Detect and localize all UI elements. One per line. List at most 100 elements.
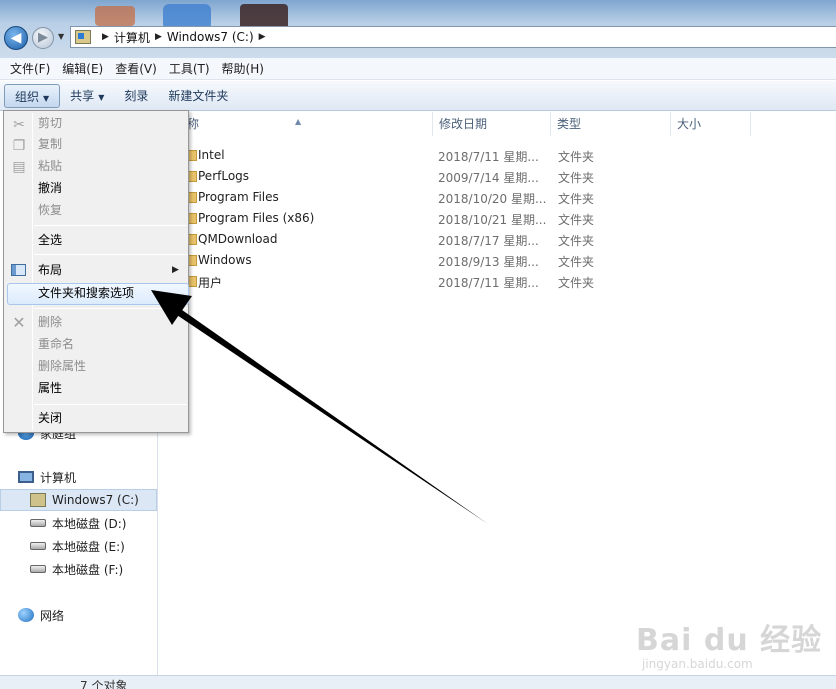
- layout-icon: [11, 264, 26, 276]
- chevron-right-icon[interactable]: ▶: [259, 32, 266, 42]
- column-header-modified[interactable]: 修改日期: [433, 112, 551, 136]
- nav-drive-d[interactable]: 本地磁盘 (D:): [30, 512, 126, 534]
- share-label: 共享: [70, 88, 95, 103]
- breadcrumb-computer[interactable]: 计算机: [114, 29, 150, 46]
- column-header-name[interactable]: ▲ 称: [159, 112, 433, 136]
- menu-item-rename[interactable]: 重命名: [38, 334, 74, 354]
- watermark-url: jingyan.baidu.com: [642, 657, 753, 671]
- hard-disk-icon: [30, 542, 46, 550]
- file-date: 2018/7/11 星期...: [438, 150, 539, 164]
- file-date: 2018/7/11 星期...: [438, 276, 539, 290]
- menu-bar: 文件(F) 编辑(E) 查看(V) 工具(T) 帮助(H): [0, 58, 836, 80]
- hard-disk-icon: [30, 519, 46, 527]
- file-type: 文件夹: [558, 255, 595, 269]
- back-button[interactable]: ◀: [4, 26, 28, 50]
- table-row[interactable]: 用户 2018/7/11 星期... 文件夹: [159, 271, 836, 292]
- table-row[interactable]: Program Files (x86) 2018/10/21 星期... 文件夹: [159, 208, 836, 229]
- menu-item-close[interactable]: 关闭: [38, 408, 62, 428]
- menu-separator: [34, 254, 187, 255]
- drive-icon: [75, 30, 91, 44]
- delete-x-icon: ✕: [12, 313, 26, 332]
- menu-item-copy[interactable]: 复制: [38, 134, 62, 154]
- organize-label: 组织: [15, 89, 40, 104]
- table-row[interactable]: QMDownload 2018/7/17 星期... 文件夹: [159, 229, 836, 250]
- command-bar: 组织 ▼ 共享 ▼ 刻录 新建文件夹: [0, 81, 836, 111]
- file-date: 2018/9/13 星期...: [438, 255, 539, 269]
- menu-view[interactable]: 查看(V): [109, 60, 163, 77]
- scissors-icon: ✂: [13, 117, 25, 133]
- forward-button[interactable]: ▶: [32, 27, 54, 49]
- burn-button[interactable]: 刻录: [114, 84, 158, 108]
- menu-item-paste[interactable]: 粘贴: [38, 156, 62, 176]
- table-row[interactable]: Program Files 2018/10/20 星期... 文件夹: [159, 187, 836, 208]
- menu-file[interactable]: 文件(F): [4, 60, 56, 77]
- network-icon: [18, 608, 34, 622]
- file-date: 2009/7/14 星期...: [438, 171, 539, 185]
- menu-item-remove-properties[interactable]: 删除属性: [38, 356, 86, 376]
- menu-tools[interactable]: 工具(T): [163, 60, 216, 77]
- new-folder-button[interactable]: 新建文件夹: [158, 84, 238, 108]
- file-type: 文件夹: [558, 171, 595, 185]
- menu-edit[interactable]: 编辑(E): [56, 60, 109, 77]
- file-type: 文件夹: [558, 234, 595, 248]
- file-name: PerfLogs: [198, 169, 250, 183]
- menu-separator: [34, 308, 187, 309]
- menu-item-redo[interactable]: 恢复: [38, 200, 62, 220]
- file-name: Program Files: [198, 190, 279, 204]
- nav-computer-label: 计算机: [40, 470, 77, 485]
- nav-network[interactable]: 网络: [18, 604, 64, 626]
- menu-item-folder-options[interactable]: 文件夹和搜索选项: [38, 283, 134, 303]
- column-header-type[interactable]: 类型: [551, 112, 671, 136]
- watermark-logo: Bai du 经验: [636, 623, 823, 658]
- nav-drive-label: Windows7 (C:): [52, 493, 139, 507]
- organize-button[interactable]: 组织 ▼: [4, 83, 61, 108]
- share-button[interactable]: 共享 ▼: [60, 84, 114, 108]
- column-header-size[interactable]: 大小: [671, 112, 751, 136]
- table-row[interactable]: Intel 2018/7/11 星期... 文件夹: [159, 145, 836, 166]
- copy-icon: ❐: [12, 138, 26, 154]
- file-name: Windows: [198, 253, 252, 267]
- file-type: 文件夹: [558, 213, 595, 227]
- table-row[interactable]: Windows 2018/9/13 星期... 文件夹: [159, 250, 836, 271]
- file-list: ▲ 称 修改日期 类型 大小 Intel 2018/7/11 星期... 文件夹…: [159, 112, 836, 675]
- menu-gutter: [32, 113, 33, 430]
- taskbar-app-icon: [95, 6, 135, 26]
- watermark: Bai du 经验 jingyan.baidu.com: [636, 615, 822, 671]
- nav-drive-e[interactable]: 本地磁盘 (E:): [30, 535, 125, 557]
- nav-drive-c[interactable]: Windows7 (C:): [0, 489, 157, 511]
- file-type: 文件夹: [558, 192, 595, 206]
- menu-item-properties[interactable]: 属性: [38, 378, 62, 398]
- sort-ascending-icon: ▲: [295, 117, 302, 126]
- paste-icon: ▤: [12, 159, 26, 175]
- breadcrumb-drive-c[interactable]: Windows7 (C:): [167, 30, 254, 44]
- menu-item-undo[interactable]: 撤消: [38, 178, 62, 198]
- organize-menu: ✂ 剪切 ❐ 复制 ▤ 粘贴 撤消 恢复 全选 布局 ▶ 文件夹和搜索选项 ✕ …: [3, 110, 189, 433]
- status-bar: 7 个对象: [0, 675, 836, 689]
- menu-item-select-all[interactable]: 全选: [38, 230, 62, 250]
- menu-help[interactable]: 帮助(H): [216, 60, 270, 77]
- file-name: Program Files (x86): [198, 211, 315, 225]
- chevron-down-icon: ▼: [98, 92, 105, 102]
- menu-item-cut[interactable]: 剪切: [38, 113, 62, 133]
- nav-computer[interactable]: 计算机: [18, 466, 76, 488]
- hard-disk-icon: [30, 565, 46, 573]
- chevron-right-icon[interactable]: ▶: [102, 32, 109, 42]
- chevron-right-icon: ▶: [172, 265, 179, 275]
- file-type: 文件夹: [558, 150, 595, 164]
- chevron-right-icon[interactable]: ▶: [155, 32, 162, 42]
- file-date: 2018/7/17 星期...: [438, 234, 539, 248]
- file-date: 2018/10/20 星期...: [438, 192, 547, 206]
- nav-drive-f[interactable]: 本地磁盘 (F:): [30, 558, 123, 580]
- item-count: 7 个对象: [80, 679, 128, 689]
- drive-icon: [30, 493, 46, 507]
- menu-item-delete[interactable]: 删除: [38, 312, 62, 332]
- title-bar: ◀ ▶ ▼ ▶ 计算机 ▶ Windows7 (C:) ▶: [0, 0, 836, 58]
- history-dropdown-icon[interactable]: ▼: [58, 32, 64, 41]
- address-bar[interactable]: ▶ 计算机 ▶ Windows7 (C:) ▶: [70, 26, 836, 48]
- table-row[interactable]: PerfLogs 2009/7/14 星期... 文件夹: [159, 166, 836, 187]
- menu-item-layout[interactable]: 布局: [38, 260, 62, 280]
- file-date: 2018/10/21 星期...: [438, 213, 547, 227]
- menu-separator: [34, 404, 187, 405]
- menu-separator: [34, 225, 187, 226]
- file-name: QMDownload: [198, 232, 278, 246]
